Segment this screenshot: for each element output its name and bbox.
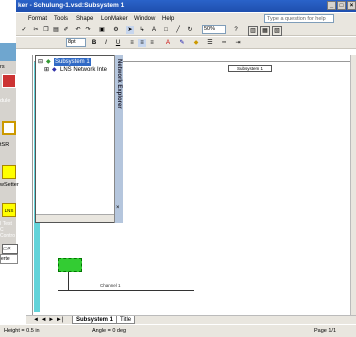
- redo-icon[interactable]: ↷: [84, 26, 92, 34]
- tree-item-subsystem[interactable]: Subsystem 1: [54, 58, 91, 66]
- stencil-tab[interactable]: erte: [0, 254, 18, 264]
- standard-toolbar: ✓ ✂ ❐ ▤ ✐ ↶ ↷ ▣ ⚙ ➤ ↳ A □ ╱ ↻ 50% ? ▥ ▦ …: [16, 24, 356, 36]
- status-page: Page 1/1: [314, 328, 337, 334]
- stencil-label: I Test C Contro: [0, 221, 16, 239]
- network-icon: ◆: [46, 59, 51, 65]
- stencil-label: rs: [0, 64, 5, 70]
- channel-label: Channel 1: [100, 283, 121, 288]
- rotate-icon[interactable]: ↻: [186, 26, 194, 34]
- line-weight-icon[interactable]: ☰: [206, 39, 214, 47]
- window-title: ker - Schulung-1.vsd:Subsystem 1: [18, 2, 125, 9]
- title-bar: ker - Schulung-1.vsd:Subsystem 1 _ □ ×: [16, 0, 356, 12]
- line-ends-icon[interactable]: ⇥: [234, 39, 242, 47]
- connector-tool-icon[interactable]: ↳: [138, 26, 146, 34]
- format-painter-icon[interactable]: ✐: [62, 26, 70, 34]
- status-height: Height = 0.5 in: [4, 328, 40, 334]
- explorer-title: Network Explorer: [116, 59, 122, 109]
- lns-icon: ◆: [52, 67, 57, 73]
- stencil-shape-red[interactable]: [2, 74, 16, 88]
- drawing-page[interactable]: Subsystem 1: [120, 62, 350, 312]
- zoom-select[interactable]: 50%: [202, 25, 226, 34]
- page-tab-bar: ◄ ◄ ► ►| Subsystem 1 Title: [26, 315, 356, 324]
- stencil-menu-button[interactable]: ▭×: [2, 244, 18, 254]
- align-left-icon[interactable]: ≡: [128, 39, 136, 47]
- help-icon[interactable]: ?: [232, 26, 240, 34]
- font-size-select[interactable]: 8pt: [66, 38, 86, 47]
- stencil-panel: rs dule tSR wSetter LNS I Test C Contro …: [0, 61, 19, 264]
- paste-icon[interactable]: ▤: [52, 26, 60, 34]
- formatting-toolbar: 8pt B I U ≡ ≡ ≡ A ✎ ◆ ☰ ┅ ⇥: [16, 37, 356, 49]
- pointer-icon[interactable]: ➤: [126, 26, 134, 34]
- vertical-scrollbar[interactable]: [350, 55, 356, 317]
- menu-format[interactable]: Format: [28, 15, 47, 23]
- copy-icon[interactable]: ❐: [42, 26, 50, 34]
- stencil-label: tSR: [0, 142, 10, 148]
- window-view-icon[interactable]: ▥: [248, 26, 258, 36]
- explorer-horizontal-scrollbar[interactable]: [36, 214, 114, 222]
- window-controls: _ □ ×: [327, 1, 356, 10]
- page-title-label: Subsystem 1: [228, 65, 272, 72]
- spelling-icon[interactable]: ✓: [20, 26, 28, 34]
- help-search-input[interactable]: Type a question for help: [264, 14, 334, 23]
- align-center-icon[interactable]: ≡: [138, 39, 146, 47]
- tree-item-lns[interactable]: LNS Network Inte: [60, 66, 107, 74]
- tab-subsystem-1[interactable]: Subsystem 1: [72, 316, 118, 324]
- stencil-shape-lns[interactable]: LNS: [2, 203, 16, 217]
- stencil-shape-pulse[interactable]: [2, 165, 16, 179]
- tree-expand-root[interactable]: ⊟: [38, 58, 43, 66]
- status-bar: Height = 0.5 in Angle = 0 deg Page 1/1: [0, 325, 356, 337]
- menu-lonmaker[interactable]: LonMaker: [101, 15, 128, 23]
- layout-icon[interactable]: ▧: [272, 26, 282, 36]
- stencil-label: wSetter: [0, 182, 19, 188]
- network-explorer: ⊟ ◆ Subsystem 1 ⊞ ◆ LNS Network Inte: [35, 55, 123, 223]
- stencil-shape-box[interactable]: [2, 121, 16, 135]
- menu-tools[interactable]: Tools: [54, 15, 68, 23]
- menu-window[interactable]: Window: [134, 15, 155, 23]
- line-tool-icon[interactable]: ╱: [174, 26, 182, 34]
- status-angle: Angle = 0 deg: [92, 328, 127, 334]
- explorer-close-icon[interactable]: ×: [116, 205, 120, 211]
- text-tool-icon[interactable]: A: [150, 26, 158, 34]
- line-pattern-icon[interactable]: ┅: [220, 39, 228, 47]
- line-color-icon[interactable]: ✎: [178, 39, 186, 47]
- italic-button[interactable]: I: [102, 39, 110, 47]
- minimize-button[interactable]: _: [327, 1, 336, 10]
- menu-help[interactable]: Help: [162, 15, 174, 23]
- vertical-ruler: [26, 55, 33, 315]
- underline-button[interactable]: U: [114, 39, 122, 47]
- tab-title[interactable]: Title: [116, 316, 136, 324]
- menu-bar: Format Tools Shape LonMaker Window Help …: [16, 13, 356, 24]
- undo-icon[interactable]: ↶: [74, 26, 82, 34]
- cut-icon[interactable]: ✂: [32, 26, 40, 34]
- channel-line[interactable]: [58, 290, 194, 291]
- font-color-icon[interactable]: A: [164, 39, 172, 47]
- close-button[interactable]: ×: [347, 1, 356, 10]
- rectangle-tool-icon[interactable]: □: [162, 26, 170, 34]
- connector-icon[interactable]: ⚙: [112, 26, 120, 34]
- maximize-button[interactable]: □: [337, 1, 346, 10]
- page-nav-buttons[interactable]: ◄ ◄ ► ►|: [30, 316, 66, 324]
- stencil-label: dule: [0, 98, 11, 104]
- tree-expand-child[interactable]: ⊞: [44, 66, 49, 74]
- shapes-icon[interactable]: ▣: [98, 26, 106, 34]
- pan-zoom-icon[interactable]: ▦: [260, 26, 270, 36]
- explorer-title-bar: Network Explorer ×: [114, 55, 123, 223]
- device-connector: [68, 272, 69, 290]
- fill-color-icon[interactable]: ◆: [192, 39, 200, 47]
- align-right-icon[interactable]: ≡: [148, 39, 156, 47]
- selected-device-shape[interactable]: [58, 258, 82, 272]
- menu-shape[interactable]: Shape: [76, 15, 93, 23]
- bold-button[interactable]: B: [90, 39, 98, 47]
